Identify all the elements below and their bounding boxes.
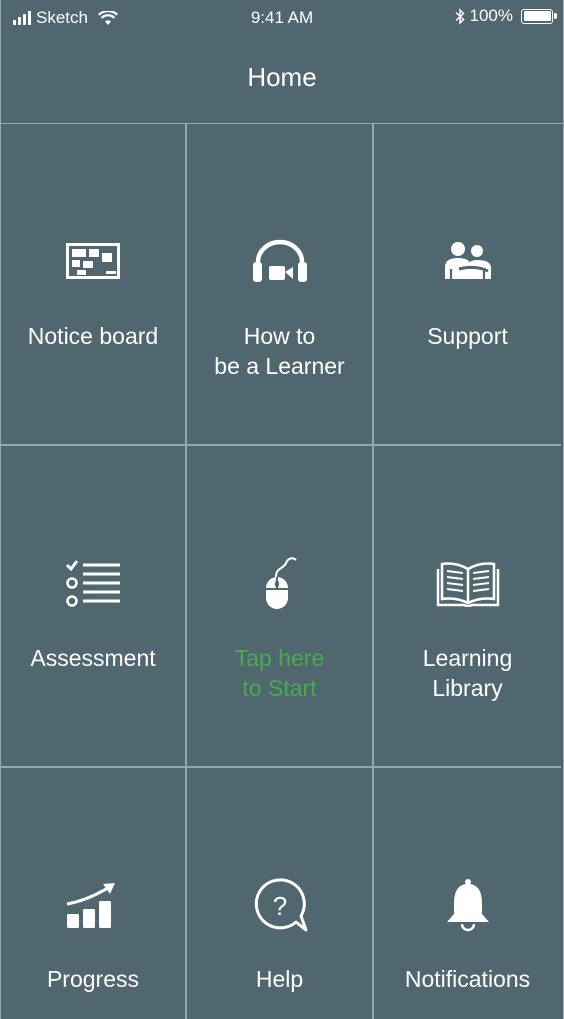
checklist-icon xyxy=(58,548,128,618)
tile-label: How to be a Learner xyxy=(214,323,345,379)
mouse-icon xyxy=(245,548,315,618)
tile-label: Notice board xyxy=(27,323,159,349)
home-screen: Sketch 9:41 AM 100% Home Notice board Ho… xyxy=(0,0,564,1019)
tile-tap-here-to-start[interactable]: Tap here to Start xyxy=(187,446,374,768)
home-menu-grid: Notice board How to be a Learner Support… xyxy=(1,123,563,1019)
tile-notifications[interactable]: Notifications xyxy=(374,768,561,1019)
tile-label: Tap here to Start xyxy=(234,645,325,701)
status-right: 100% xyxy=(455,6,557,26)
tile-label: Help xyxy=(255,966,304,992)
tile-help[interactable]: ? Help xyxy=(187,768,374,1019)
tile-progress[interactable]: Progress xyxy=(1,768,187,1019)
svg-text:?: ? xyxy=(272,891,286,921)
tile-label: Notifications xyxy=(404,966,531,992)
status-bar: Sketch 9:41 AM 100% xyxy=(1,0,563,36)
tile-learning-library[interactable]: Learning Library xyxy=(374,446,561,768)
notice-board-icon xyxy=(58,226,128,296)
help-bubble-icon: ? xyxy=(245,871,315,941)
tile-label: Learning Library xyxy=(422,645,513,701)
bluetooth-icon xyxy=(455,7,465,25)
page-title: Home xyxy=(247,62,317,92)
battery-icon xyxy=(521,8,557,24)
battery-percent: 100% xyxy=(469,6,513,25)
tile-label: Assessment xyxy=(30,645,156,671)
tile-how-to-be-a-learner[interactable]: How to be a Learner xyxy=(187,124,374,446)
tile-support[interactable]: Support xyxy=(374,124,561,446)
open-book-icon xyxy=(433,548,503,618)
tile-label: Support xyxy=(427,323,508,349)
progress-chart-icon xyxy=(58,871,128,941)
headset-video-icon xyxy=(245,226,315,296)
tile-notice-board[interactable]: Notice board xyxy=(1,124,187,446)
people-support-icon xyxy=(433,226,503,296)
bell-icon xyxy=(433,871,503,941)
tile-assessment[interactable]: Assessment xyxy=(1,446,187,768)
tile-label: Progress xyxy=(46,966,140,992)
